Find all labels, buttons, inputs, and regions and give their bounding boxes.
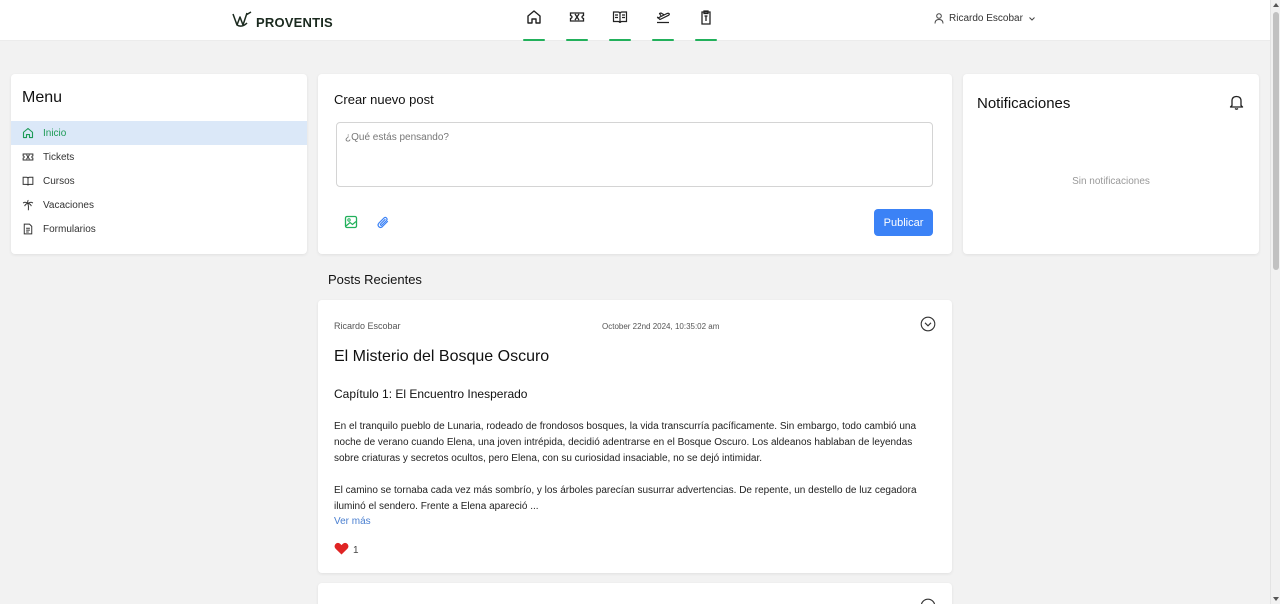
page-scrollbar[interactable] [1270,0,1280,604]
top-bar: PROVENTIS Ricardo Escobar [0,0,1270,41]
post-options-button[interactable] [920,598,936,604]
home-icon [22,127,34,139]
post-author: Ricardo Escobar [334,321,401,331]
attach-file-button[interactable] [376,215,390,229]
nav-courses[interactable] [609,9,631,41]
book-icon [22,176,34,186]
scroll-thumb[interactable] [1273,12,1279,270]
menu-item-label: Vacaciones [43,199,94,211]
top-nav [523,9,717,41]
post-card: Ricardo Escobar October 22nd 2024, 10:35… [318,300,952,573]
notifications-panel: Notificaciones Sin notificaciones [963,74,1259,254]
nav-tickets[interactable] [566,9,588,41]
post-subtitle: Capítulo 1: El Encuentro Inesperado [334,387,528,401]
read-more-link[interactable]: Ver más [334,516,371,527]
chevron-circle-down-icon [920,598,936,604]
create-post-panel: Crear nuevo post Publicar [318,74,952,254]
post-text-input[interactable] [336,122,933,187]
brand-logo[interactable]: PROVENTIS [232,11,333,34]
publish-button[interactable]: Publicar [874,209,933,236]
post-paragraph: En el tranquilo pueblo de Lunaria, rodea… [334,421,917,464]
menu-item-cursos[interactable]: Cursos [11,169,307,193]
post-body: En el tranquilo pueblo de Lunaria, rodea… [334,419,936,515]
nav-home[interactable] [523,9,545,41]
post-paragraph: El camino se tornaba cada vez más sombrí… [334,485,917,512]
post-title: El Misterio del Bosque Oscuro [334,348,550,365]
logo-icon [232,11,252,34]
menu-item-vacaciones[interactable]: Vacaciones [11,193,307,217]
scroll-down-arrow-icon[interactable] [1273,597,1279,601]
nav-vacations[interactable] [652,9,674,41]
notifications-empty-text: Sin notificaciones [1072,176,1150,187]
bell-icon[interactable] [1229,94,1244,115]
heart-icon[interactable] [334,542,349,558]
palm-tree-icon [22,199,34,211]
menu-item-label: Cursos [43,175,75,187]
chevron-down-icon [1029,16,1035,21]
plane-icon [656,12,670,24]
chevron-circle-down-icon [920,316,936,332]
create-post-title: Crear nuevo post [334,92,434,107]
like-count: 1 [353,544,359,556]
post-card [318,583,952,604]
menu-item-label: Inicio [43,127,67,139]
menu-item-label: Tickets [43,151,75,163]
document-icon [23,223,33,235]
notifications-title: Notificaciones [977,95,1071,112]
home-icon [527,10,541,24]
nav-forms[interactable] [695,9,717,41]
recent-posts-title: Posts Recientes [328,272,422,287]
user-name: Ricardo Escobar [949,13,1023,24]
image-icon [344,215,358,229]
menu-item-tickets[interactable]: Tickets [11,145,307,169]
menu-item-formularios[interactable]: Formularios [11,217,307,241]
menu-list: Inicio Tickets Cursos Vacaciones Formula… [11,121,307,241]
book-icon [612,11,628,24]
scroll-up-arrow-icon[interactable] [1273,3,1279,7]
menu-title: Menu [22,89,63,106]
brand-name: PROVENTIS [256,15,333,30]
user-menu[interactable]: Ricardo Escobar [934,13,1036,24]
post-options-button[interactable] [920,316,936,337]
paperclip-icon [377,216,389,229]
add-image-button[interactable] [344,215,358,229]
ticket-icon [569,12,585,22]
post-attach-tools [344,215,390,229]
menu-item-inicio[interactable]: Inicio [11,121,307,145]
post-likes: 1 [334,542,359,558]
clipboard-icon [701,10,711,25]
menu-item-label: Formularios [43,223,96,235]
ticket-icon [22,153,34,161]
user-icon [934,13,944,24]
menu-panel: Menu Inicio Tickets Cursos Vacaciones Fo… [11,74,307,254]
post-date: October 22nd 2024, 10:35:02 am [602,322,720,331]
